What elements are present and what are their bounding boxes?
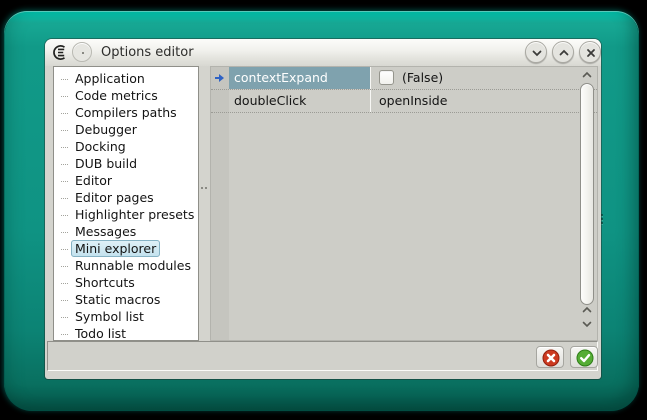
- options-editor-window: Options editor: [4, 11, 639, 411]
- sidebar-item-symbol-list[interactable]: Symbol list: [54, 308, 198, 325]
- sidebar-item-todo-list[interactable]: Todo list: [54, 325, 198, 341]
- property-value-label: openInside: [379, 93, 447, 108]
- window-border-grip-dots[interactable]: [601, 212, 604, 226]
- scroll-up-icon[interactable]: [581, 304, 593, 316]
- scroll-up-icon[interactable]: [581, 69, 593, 81]
- dot-icon: [82, 52, 84, 54]
- content-area: Application Code metrics Compilers paths…: [45, 66, 601, 379]
- titlebar-menu-button[interactable]: [72, 42, 92, 62]
- cancel-button[interactable]: [536, 346, 564, 368]
- scrollbar-thumb[interactable]: [580, 83, 594, 305]
- window-title: Options editor: [101, 39, 194, 66]
- property-row-doubleClick[interactable]: doubleClick openInside: [211, 90, 597, 113]
- property-value[interactable]: openInside: [370, 90, 579, 112]
- chevron-down-icon: [530, 46, 544, 60]
- maximize-button[interactable]: [552, 41, 574, 63]
- sidebar-item-shortcuts[interactable]: Shortcuts: [54, 274, 198, 291]
- accept-icon: [576, 349, 594, 367]
- sidebar-item-static-macros[interactable]: Static macros: [54, 291, 198, 308]
- minimize-button[interactable]: [525, 41, 547, 63]
- close-icon: [584, 46, 598, 60]
- selected-row-arrow-icon: [214, 73, 226, 83]
- vertical-scrollbar[interactable]: [578, 67, 597, 340]
- property-name[interactable]: doubleClick: [229, 90, 370, 112]
- sidebar-item-runnable-modules[interactable]: Runnable modules: [54, 257, 198, 274]
- sidebar-item-mini-explorer[interactable]: Mini explorer: [54, 240, 198, 257]
- sidebar-item-code-metrics[interactable]: Code metrics: [54, 87, 198, 104]
- property-row-contextExpand[interactable]: contextExpand (False): [211, 67, 597, 90]
- titlebar[interactable]: Options editor: [45, 39, 601, 66]
- category-tree: Application Code metrics Compilers paths…: [53, 66, 199, 341]
- chevron-up-icon: [557, 46, 571, 60]
- property-name[interactable]: contextExpand: [229, 67, 370, 89]
- sidebar-item-compilers-paths[interactable]: Compilers paths: [54, 104, 198, 121]
- sidebar-item-messages[interactable]: Messages: [54, 223, 198, 240]
- window-client-area: Options editor: [45, 39, 601, 379]
- sidebar-item-docking[interactable]: Docking: [54, 138, 198, 155]
- sidebar-item-debugger[interactable]: Debugger: [54, 121, 198, 138]
- scroll-down-icon[interactable]: [581, 318, 593, 330]
- sidebar-item-editor[interactable]: Editor: [54, 172, 198, 189]
- checkbox-unchecked[interactable]: [379, 70, 394, 85]
- property-value[interactable]: (False): [370, 67, 579, 89]
- splitter-handle[interactable]: [201, 187, 209, 190]
- coedit-logo-icon: [51, 44, 68, 61]
- cancel-icon: [542, 349, 560, 367]
- screen: Options editor: [0, 0, 647, 420]
- sidebar-item-application[interactable]: Application: [54, 70, 198, 87]
- footer-bar: [47, 341, 598, 371]
- sidebar-item-highlighter-presets[interactable]: Highlighter presets: [54, 206, 198, 223]
- accept-button[interactable]: [570, 346, 598, 368]
- sidebar-item-dub-build[interactable]: DUB build: [54, 155, 198, 172]
- property-grid: contextExpand (False) doubleClick openIn…: [210, 66, 598, 341]
- property-value-label: (False): [402, 67, 443, 89]
- sidebar-item-editor-pages[interactable]: Editor pages: [54, 189, 198, 206]
- close-button[interactable]: [579, 41, 601, 63]
